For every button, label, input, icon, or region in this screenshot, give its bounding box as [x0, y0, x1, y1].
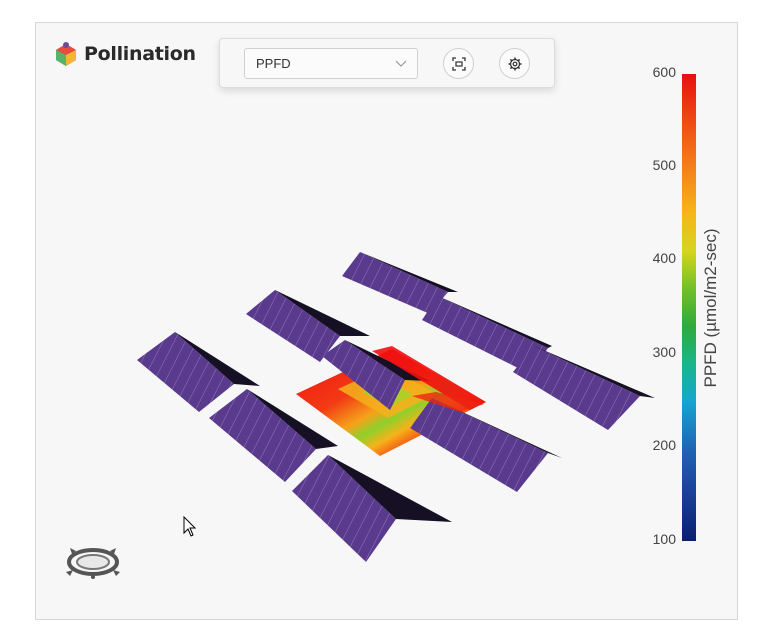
pollination-logo: Pollination: [54, 38, 196, 70]
fit-view-icon: [451, 56, 466, 71]
colorbar-tick: 400: [652, 250, 676, 266]
metric-select[interactable]: PPFD: [244, 48, 418, 79]
colorbar-tick: 600: [652, 64, 676, 80]
colorbar-title: PPFD (µmol/m2-sec): [701, 228, 720, 388]
colorbar-tick: 200: [652, 437, 676, 453]
settings-button[interactable]: [499, 48, 530, 79]
fit-view-button[interactable]: [443, 48, 474, 79]
chevron-down-icon: [395, 60, 407, 67]
viewer-toolbar: PPFD: [219, 38, 555, 88]
colorbar-tick: 100: [652, 531, 676, 547]
view-compass-icon[interactable]: [58, 543, 128, 583]
colorbar-tick: 300: [652, 344, 676, 360]
app-logo-text: Pollination: [84, 43, 196, 65]
gear-icon: [508, 57, 521, 70]
pollination-logo-icon: [56, 42, 76, 66]
metric-select-value: PPFD: [256, 56, 291, 71]
colorbar: [682, 74, 696, 541]
mouse-cursor-icon: [183, 516, 197, 537]
colorbar-tick: 500: [652, 157, 676, 173]
